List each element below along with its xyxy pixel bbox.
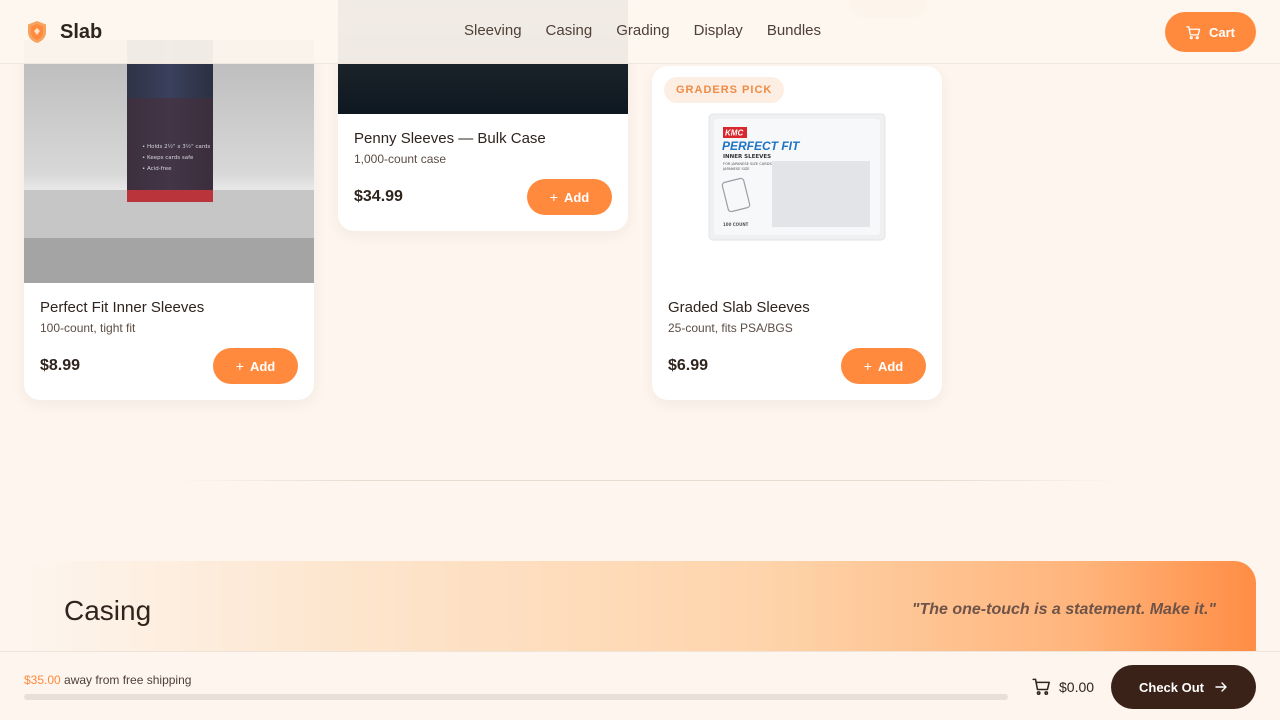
free-shipping-message: $35.00 away from free shipping bbox=[24, 673, 191, 687]
section-divider bbox=[176, 480, 1120, 481]
nav-item-display[interactable]: Display bbox=[694, 22, 743, 39]
graders-pick-badge: GRADERS PICK bbox=[664, 77, 785, 103]
kmc-count: 100 COUNT bbox=[723, 222, 749, 227]
kmc-logo-text: KMC bbox=[725, 129, 743, 138]
shipping-progress-bar bbox=[24, 694, 1008, 700]
shipping-remaining-amount: $35.00 bbox=[24, 673, 61, 687]
product-image: • Holds 2½" x 3½" cards • Keeps cards sa… bbox=[24, 40, 314, 283]
cart-button[interactable]: Cart bbox=[1165, 12, 1256, 52]
nav-item-casing[interactable]: Casing bbox=[546, 22, 593, 39]
kmc-subtitle: INNER SLEEVES bbox=[723, 154, 771, 160]
section-title: Casing bbox=[64, 595, 152, 626]
cart-icon bbox=[1032, 678, 1050, 695]
add-label: Add bbox=[249, 358, 276, 374]
add-to-cart-button[interactable]: + Add bbox=[527, 179, 612, 215]
arrow-right-icon bbox=[1215, 682, 1227, 692]
cart-summary-bar: $35.00 away from free shipping $0.00 Che… bbox=[0, 651, 1280, 720]
brand[interactable]: Slab bbox=[26, 18, 102, 46]
section-quote: "The one-touch is a statement. Make it." bbox=[911, 601, 1216, 618]
package-text-3: • Acid-free bbox=[142, 166, 172, 172]
add-to-cart-button[interactable]: + Add bbox=[213, 348, 298, 384]
nav-item-bundles[interactable]: Bundles bbox=[767, 22, 821, 39]
add-to-cart-button[interactable]: + Add bbox=[841, 348, 926, 384]
add-label: Add bbox=[563, 189, 590, 205]
product-subtitle: 1,000-count case bbox=[354, 152, 447, 166]
product-subtitle: 25-count, fits PSA/BGS bbox=[668, 321, 793, 335]
product-title[interactable]: Graded Slab Sleeves bbox=[668, 299, 810, 316]
add-label: Add bbox=[877, 358, 904, 374]
kmc-small-1: FOR JAPANESE SIZE CARDS bbox=[723, 162, 772, 166]
plus-icon: + bbox=[235, 358, 244, 374]
product-card-graded-slab[interactable]: GRADERS PICK KMC PERFECT FIT INNER SLEEV… bbox=[652, 66, 942, 400]
shield-logo-icon bbox=[28, 21, 46, 43]
product-subtitle: 100-count, tight fit bbox=[40, 321, 136, 335]
kmc-small-2: JAPANESE SIZE bbox=[722, 167, 750, 171]
shipping-message-text: away from free shipping bbox=[60, 673, 192, 687]
cart-label: Cart bbox=[1208, 24, 1235, 40]
product-card-perfect-fit[interactable]: • Holds 2½" x 3½" cards • Keeps cards sa… bbox=[24, 40, 314, 400]
plus-icon: + bbox=[863, 358, 872, 374]
product-price: $34.99 bbox=[354, 188, 403, 205]
plus-icon: + bbox=[549, 189, 558, 205]
site-header: Slab Sleeving Casing Grading Display Bun… bbox=[0, 0, 1280, 64]
main-nav: Sleeving Casing Grading Display Bundles bbox=[464, 22, 821, 39]
package-text-2: • Keeps cards safe bbox=[142, 155, 194, 161]
cart-icon bbox=[1186, 25, 1201, 39]
cart-total[interactable]: $0.00 bbox=[1032, 677, 1094, 696]
nav-item-grading[interactable]: Grading bbox=[616, 22, 669, 39]
product-title[interactable]: Penny Sleeves — Bulk Case bbox=[354, 130, 546, 147]
nav-item-sleeving[interactable]: Sleeving bbox=[464, 22, 522, 39]
kmc-title: PERFECT FIT bbox=[722, 139, 801, 153]
package-text-1: • Holds 2½" x 3½" cards bbox=[142, 143, 210, 150]
product-price: $8.99 bbox=[40, 357, 81, 374]
product-price: $6.99 bbox=[668, 357, 709, 374]
product-title[interactable]: Perfect Fit Inner Sleeves bbox=[40, 299, 204, 316]
brand-name: Slab bbox=[60, 20, 103, 43]
sleeve-package-photo: • Holds 2½" x 3½" cards • Keeps cards sa… bbox=[24, 40, 314, 283]
cart-total-amount: $0.00 bbox=[1059, 678, 1095, 695]
checkout-label: Check Out bbox=[1138, 679, 1204, 695]
checkout-button[interactable]: Check Out bbox=[1111, 665, 1256, 709]
